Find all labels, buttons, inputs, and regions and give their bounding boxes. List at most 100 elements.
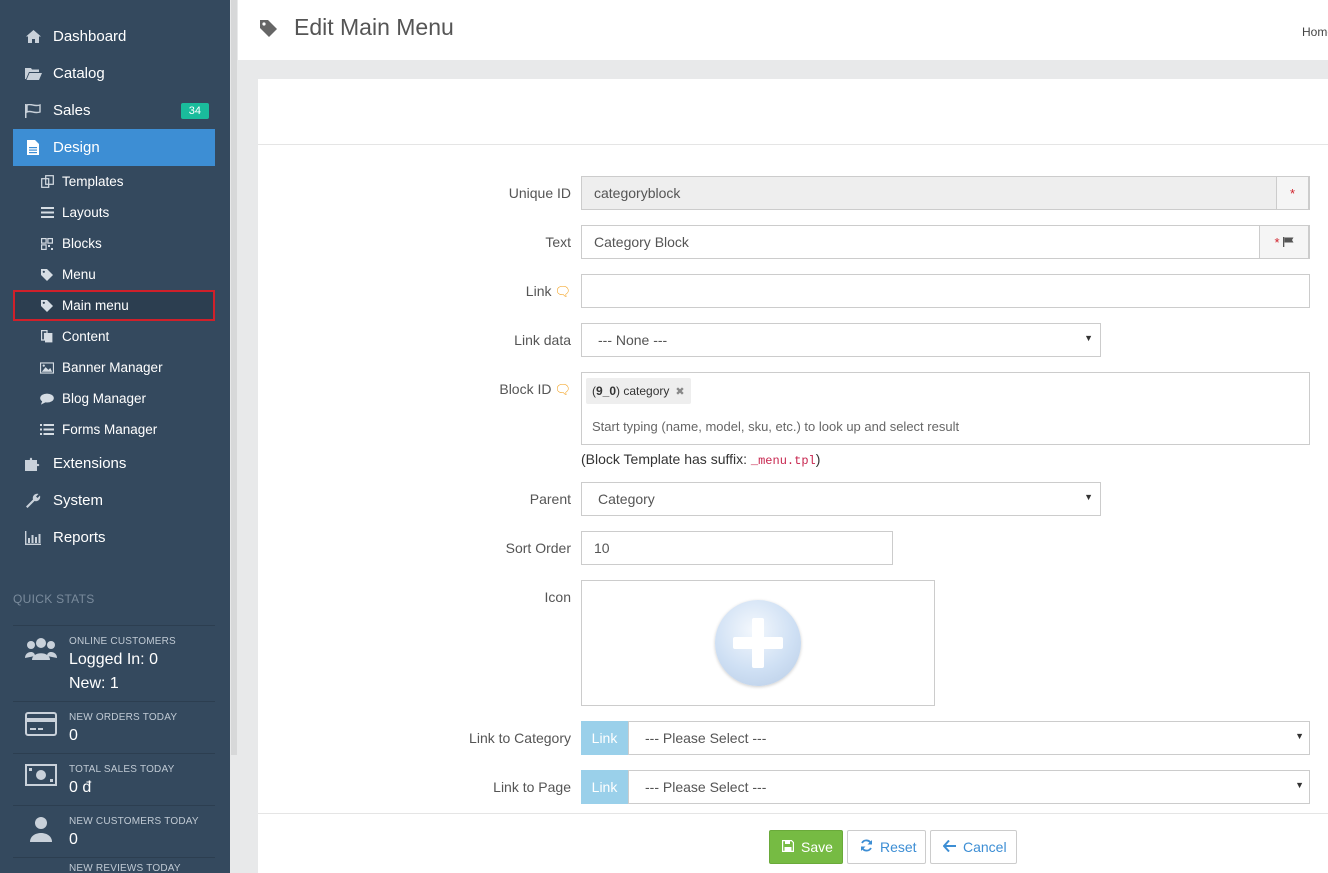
dropdown-arrow-icon: ▼	[1295, 731, 1304, 741]
parent-label: Parent	[529, 491, 571, 507]
templates-icon	[40, 175, 54, 189]
sidebar-subitem-label: Forms Manager	[62, 422, 158, 437]
stat-total-sales: TOTAL SALES TODAY 0 đ	[13, 753, 215, 805]
stat-new-customers: NEW CUSTOMERS TODAY 0	[13, 805, 215, 857]
bar-chart-icon	[23, 530, 43, 546]
icon-label: Icon	[544, 589, 571, 605]
cancel-label: Cancel	[963, 839, 1007, 855]
sidebar-subitem-label: Layouts	[62, 205, 110, 220]
sales-count-badge: 34	[180, 102, 209, 119]
link-label: Link 🗨	[526, 283, 571, 300]
dropdown-arrow-icon: ▼	[1295, 780, 1304, 790]
block-id-label-text: Block ID	[499, 381, 552, 397]
parent-value: Category	[598, 491, 655, 507]
stat-value: 0	[69, 831, 78, 848]
sidebar-item-sales[interactable]: Sales 34	[13, 92, 215, 129]
save-label: Save	[801, 839, 833, 855]
list-icon	[40, 423, 54, 437]
sidebar-subitem-label: Main menu	[62, 298, 129, 313]
icon-upload-box[interactable]	[581, 580, 935, 706]
stat-online-customers: ONLINE CUSTOMERS Logged In: 0 New: 1	[13, 625, 215, 702]
comment-icon: 🗨	[554, 284, 571, 299]
unique-id-value: categoryblock	[594, 185, 681, 201]
stat-value: 0 đ	[69, 779, 92, 796]
sidebar-item-forms-manager[interactable]: Forms Manager	[13, 414, 215, 445]
remove-tag-icon[interactable]: ✖	[675, 385, 684, 398]
link-category-select[interactable]: --- Please Select --- ▼	[628, 721, 1310, 755]
text-value: Category Block	[594, 234, 689, 250]
sort-order-value: 10	[594, 540, 610, 556]
refresh-icon	[860, 839, 873, 855]
stat-label: NEW REVIEWS TODAY	[69, 863, 181, 873]
arrow-left-icon	[942, 839, 956, 855]
required-marker: *	[1274, 234, 1280, 250]
parent-select[interactable]: Category ▼	[581, 482, 1101, 516]
sidebar-item-label: Extensions	[53, 455, 127, 472]
panel-heading	[258, 79, 1328, 145]
tag-id: 9_0	[596, 384, 617, 398]
block-id-multiselect[interactable]: (9_0) category ✖ Start typing (name, mode…	[581, 372, 1310, 445]
sidebar-item-extensions[interactable]: Extensions	[13, 445, 215, 482]
link-page-button[interactable]: Link	[581, 770, 628, 804]
sidebar-item-catalog[interactable]: Catalog	[13, 55, 215, 92]
sidebar-item-dashboard[interactable]: Dashboard	[13, 18, 215, 55]
unique-id-input[interactable]: categoryblock *	[581, 176, 1310, 210]
link-category-button[interactable]: Link	[581, 721, 628, 755]
reset-label: Reset	[880, 839, 917, 855]
link-page-value: --- Please Select ---	[645, 779, 767, 795]
stat-value: 0	[69, 727, 78, 744]
link-data-select[interactable]: --- None --- ▼	[581, 323, 1101, 357]
hint-suffix: )	[815, 451, 821, 467]
tag-icon	[260, 20, 277, 40]
hint-code: _menu.tpl	[750, 454, 816, 468]
link-page-select[interactable]: --- Please Select --- ▼	[628, 770, 1310, 804]
cancel-button[interactable]: Cancel	[930, 830, 1017, 864]
stat-label: ONLINE CUSTOMERS	[69, 636, 176, 647]
link-input[interactable]	[581, 274, 1310, 308]
tag-icon	[40, 268, 54, 282]
puzzle-icon	[23, 456, 43, 472]
sort-order-input[interactable]: 10	[581, 531, 893, 565]
sidebar-item-label: Catalog	[53, 65, 105, 82]
stat-label: NEW ORDERS TODAY	[69, 712, 178, 723]
sidebar-item-system[interactable]: System	[13, 482, 215, 519]
link-data-value: --- None ---	[598, 332, 668, 348]
selected-block-tag[interactable]: (9_0) category ✖	[586, 378, 691, 404]
home-icon	[23, 29, 43, 45]
scrollbar-thumb[interactable]	[231, 0, 237, 755]
sidebar-item-blocks[interactable]: Blocks	[13, 228, 215, 259]
file-icon	[23, 140, 43, 156]
sidebar-item-design[interactable]: Design	[13, 129, 215, 166]
users-icon	[13, 626, 69, 702]
sidebar-item-main-menu[interactable]: Main menu	[13, 290, 215, 321]
stat-new-orders: NEW ORDERS TODAY 0	[13, 701, 215, 753]
sidebar-subitem-label: Menu	[62, 267, 96, 282]
design-submenu-container: Templates Layouts Blocks Menu Main menu …	[13, 166, 215, 445]
save-button[interactable]: Save	[769, 830, 843, 864]
sidebar-subitem-label: Templates	[62, 174, 124, 189]
unique-id-label: Unique ID	[508, 185, 571, 201]
money-icon	[13, 754, 69, 805]
sidebar-item-blog-manager[interactable]: Blog Manager	[13, 383, 215, 414]
sidebar-item-banner-manager[interactable]: Banner Manager	[13, 352, 215, 383]
credit-card-icon	[13, 702, 69, 753]
sidebar-item-reports[interactable]: Reports	[13, 519, 215, 556]
sidebar-item-menu[interactable]: Menu	[13, 259, 215, 290]
text-label: Text	[545, 234, 571, 250]
sidebar-item-templates[interactable]: Templates	[13, 166, 215, 197]
reset-button[interactable]: Reset	[847, 830, 926, 864]
dropdown-arrow-icon: ▼	[1084, 492, 1093, 502]
qrcode-icon	[40, 237, 54, 251]
link-category-value: --- Please Select ---	[645, 730, 767, 746]
add-icon[interactable]	[715, 600, 801, 686]
sidebar-scrollbar[interactable]	[230, 0, 238, 873]
sidebar-nav: Dashboard Catalog Sales 34 Design Templa…	[13, 18, 215, 556]
block-search-placeholder[interactable]: Start typing (name, model, sku, etc.) to…	[592, 419, 959, 434]
breadcrumb-home[interactable]: Home	[1302, 25, 1328, 39]
floppy-disk-icon	[782, 839, 794, 855]
text-input[interactable]: Category Block *	[581, 225, 1310, 259]
required-marker: *	[1276, 176, 1309, 210]
sidebar-item-layouts[interactable]: Layouts	[13, 197, 215, 228]
folder-open-icon	[23, 66, 43, 82]
sidebar-item-content[interactable]: Content	[13, 321, 215, 352]
